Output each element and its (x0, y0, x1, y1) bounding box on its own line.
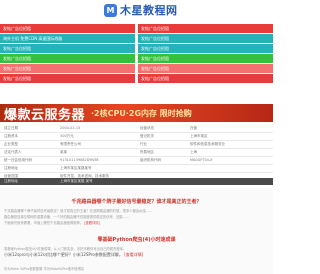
article-text: 零基础Python爬虫4小时速成课，从入门到实战，手把手教你写出自己的爬虫程序。 (4, 247, 127, 251)
read-more-link[interactable]: [查看详情] (84, 221, 100, 225)
article-title[interactable]: 零基础Python爬虫(4)小时速成课 (0, 236, 273, 243)
ad-banner[interactable]: 发帖广告位招租 (138, 64, 273, 73)
ad-banner[interactable]: 发帖广告位招租 (0, 64, 135, 73)
field-label: 统一社会信用代码 (4, 158, 32, 162)
field-value: 913101139082DYN38 (60, 158, 99, 162)
field-value: 上海 (190, 150, 197, 154)
field-label: 所属地区 (140, 150, 154, 154)
article-text: 小米12spro与小米12s对比哪个更好？小米12SPro参数配置详解。 [查看… (4, 252, 269, 258)
field-value: 2004-02-15 (60, 126, 81, 130)
article-title[interactable]: 千兆路由器哪个牌子最好信号最稳定？谁才是真正的王者？ (0, 198, 273, 205)
row-value: 上海市某区某路 某号 (60, 179, 93, 183)
article-text: 千兆路由器哪个牌子最好信号最稳定？谁才是真正的王者？在选购路由器的时候，很多人都… (4, 209, 153, 213)
field-value: 在营 (190, 126, 197, 130)
promo-subtitle: ·2核CPU·2G内存 限时抢购 (91, 108, 192, 118)
ad-banner[interactable]: 发帖广告位招租 (138, 54, 273, 63)
field-value: 某某 (60, 150, 67, 154)
ad-banner[interactable]: 发帖广告位招租 (138, 34, 273, 43)
article-section: 千兆路由器哪个牌子最好信号最稳定？谁才是真正的王者？ 千兆路由器哪个牌子最好信号… (0, 188, 273, 274)
site-logo[interactable]: M 木星教程网 (104, 2, 178, 18)
banner-column-right: 发帖广告位招租 发帖广告位招租 发帖广告位招租 发帖广告位招租 发帖广告位招租 … (138, 24, 273, 83)
article-text-line: 小米12spro与小米12s对比哪个更好？小米12SPro参数配置详解。 (4, 252, 123, 257)
read-more-link[interactable]: [查看详情] (124, 252, 143, 257)
ad-banner[interactable]: 发帖广告位招租 (0, 54, 135, 63)
field-label: 登记机关 (140, 134, 154, 138)
ad-banner[interactable]: 发帖广告位招租 (0, 24, 135, 33)
field-value: 上海市某区 (190, 134, 208, 138)
field-label: 企业类型 (4, 142, 18, 146)
article-text-line: 下面我们就来看看，市面上哪些千兆路由器值得推荐。 (4, 221, 84, 225)
cloud-server-promo-banner[interactable]: 爆款云服务器 ·2核CPU·2G内存 限时抢购 (0, 104, 273, 122)
field-label: 注册资本 (4, 134, 18, 138)
field-label: 成立日期 (4, 126, 18, 130)
field-value: 上海市某区某路某号 (60, 166, 92, 170)
article-text: 下面我们就来看看，市面上哪些千兆路由器值得推荐。 [查看详情] (4, 220, 269, 225)
ad-banner[interactable]: 发帖广告位招租 (138, 24, 273, 33)
field-label: 经营状态 (140, 126, 154, 130)
promo-title: 爆款云服务器 (4, 107, 86, 123)
ad-banner[interactable]: 发帖广告位招租 (0, 44, 135, 53)
logo-text: 木星教程网 (120, 4, 178, 17)
article-text: 路由器是连接互联网的重要设备，一个好的路由器不仅能够提供稳定的信号，还能…… (4, 215, 130, 219)
logo-icon: M (104, 3, 117, 17)
field-label: 注册地址 (4, 166, 18, 170)
field-value: 有限责任公司 (60, 142, 81, 146)
footer-article-link[interactable]: 华为Mate 50Pro参数配置 华为Mate50Pro值不值得买 (4, 266, 269, 271)
site-header: M 木星教程网 (0, 0, 273, 22)
row-label: 注册地址 (4, 179, 18, 183)
ad-banner[interactable]: 发帖广告位招租 (0, 74, 135, 83)
address-summary-row: 注册地址 上海市某区某路 某号 (0, 178, 273, 185)
field-label: 法定代表人 (4, 150, 22, 154)
ad-banner[interactable]: 发帖广告位招租 (138, 74, 273, 83)
field-value: MA0GFT04-X (190, 158, 213, 162)
field-value: 300万元 (60, 134, 74, 138)
banner-column-left: 发帖广告位招租 海外主机 免费CDN 高速国际线路 发帖广告位招租 发帖广告位招… (0, 24, 135, 83)
field-label: 组织机构代码 (140, 158, 161, 162)
ad-banner[interactable]: 发帖广告位招租 (138, 44, 273, 53)
ad-banner[interactable]: 海外主机 免费CDN 高速国际线路 (0, 34, 135, 43)
field-label: 行业 (140, 142, 147, 146)
field-value: 软件和信息技术服务业 (190, 142, 225, 146)
